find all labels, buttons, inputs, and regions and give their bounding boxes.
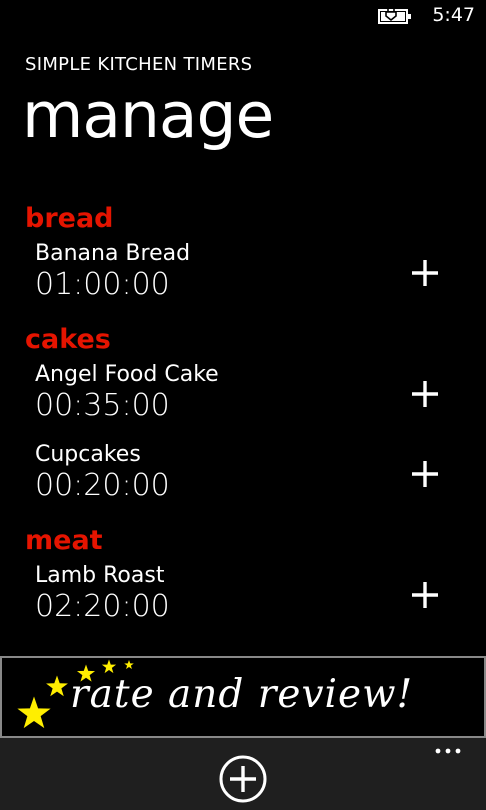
rate-and-review-banner[interactable]: rate and review! <box>0 656 486 738</box>
timer-item[interactable]: Lamb Roast 02:20:00 <box>35 561 486 641</box>
plus-icon[interactable] <box>410 580 440 610</box>
rate-and-review-text: rate and review! <box>70 672 414 717</box>
app-title: SIMPLE KITCHEN TIMERS <box>25 54 253 75</box>
timer-item[interactable]: Banana Bread 01:00:00 <box>35 239 486 319</box>
status-clock: 5:47 <box>432 4 475 26</box>
category-header-meat: meat <box>25 525 103 556</box>
plus-icon[interactable] <box>410 379 440 409</box>
timer-item[interactable]: Angel Food Cake 00:35:00 <box>35 360 486 440</box>
add-circle-icon[interactable] <box>218 754 268 804</box>
page-title: manage <box>22 79 274 152</box>
status-bar: 5:47 <box>0 0 486 32</box>
app-bar <box>0 738 486 810</box>
battery-charging-icon <box>378 7 411 24</box>
timer-item[interactable]: Cupcakes 00:20:00 <box>35 440 486 520</box>
category-header-bread: bread <box>25 203 114 234</box>
plus-icon[interactable] <box>410 459 440 489</box>
timer-list: bread Banana Bread 01:00:00 cakes Angel … <box>0 198 486 641</box>
ellipsis-icon[interactable] <box>434 746 462 756</box>
category-header-cakes: cakes <box>25 324 111 355</box>
plus-icon[interactable] <box>410 258 440 288</box>
